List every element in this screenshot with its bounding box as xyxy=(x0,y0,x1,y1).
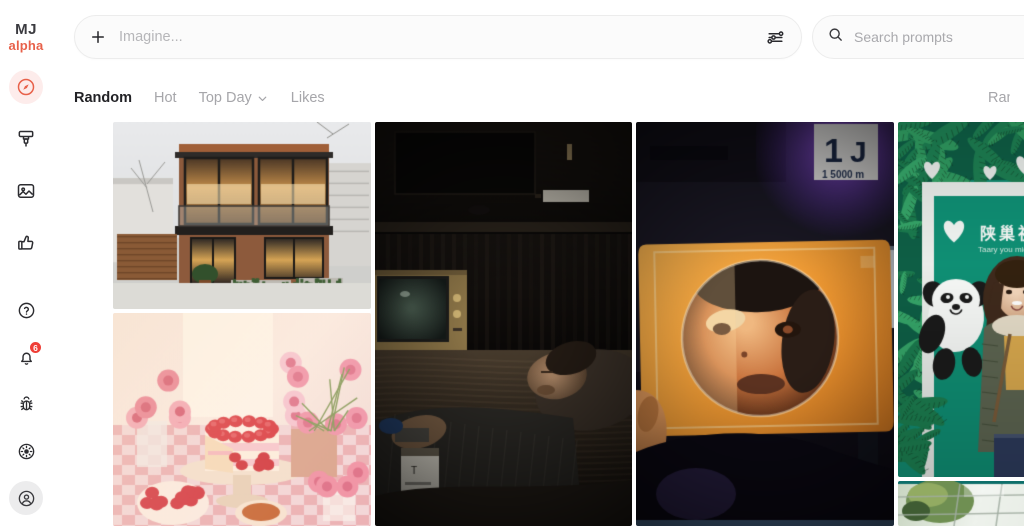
modern-house-image[interactable] xyxy=(113,122,371,309)
search-input[interactable] xyxy=(844,29,1024,45)
sidebar-item-explore[interactable] xyxy=(9,70,43,104)
main-area: Random Hot Top Day Likes Rank xyxy=(52,0,1024,529)
notification-badge: 6 xyxy=(29,341,42,354)
bug-icon xyxy=(17,395,36,414)
app-root: MJ alpha 6 Imagine... Search prompts Ran… xyxy=(0,0,1024,529)
sidebar: MJ alpha 6 xyxy=(0,0,52,529)
sun-icon xyxy=(17,442,36,461)
plus-icon[interactable] xyxy=(89,28,107,46)
gallery-column-1 xyxy=(113,122,371,529)
search-prompts-bar[interactable] xyxy=(812,15,1024,59)
question-circle-icon xyxy=(17,301,36,320)
brand-alpha-text: alpha xyxy=(8,38,44,53)
panda-mural-portrait-image[interactable] xyxy=(898,122,1024,477)
chevron-down-icon xyxy=(256,92,269,105)
gallery-column-2 xyxy=(375,122,632,529)
tab-likes[interactable]: Likes xyxy=(291,90,325,106)
sidebar-nav-top xyxy=(9,70,43,260)
paintbrush-icon xyxy=(16,129,36,149)
thumbs-up-icon xyxy=(16,233,36,253)
sidebar-item-likes[interactable] xyxy=(9,226,43,260)
sliders-icon[interactable] xyxy=(757,19,793,55)
sidebar-item-create[interactable] xyxy=(9,122,43,156)
tab-rank[interactable]: Rank xyxy=(988,90,1010,106)
brand-mj-text: MJ xyxy=(15,21,37,38)
sidebar-item-theme[interactable] xyxy=(9,434,43,468)
image-gallery xyxy=(52,122,1024,529)
sidebar-item-notifications[interactable]: 6 xyxy=(9,340,43,374)
imagine-bar[interactable] xyxy=(74,15,802,59)
tab-random-label: Random xyxy=(74,90,132,106)
tab-hot-label: Hot xyxy=(154,90,177,106)
sidebar-item-help[interactable] xyxy=(9,293,43,327)
glass-roof-image[interactable] xyxy=(898,481,1024,526)
user-circle-icon xyxy=(17,489,36,508)
brand-logo[interactable]: MJ alpha xyxy=(9,22,44,52)
strawberry-cake-image[interactable] xyxy=(113,313,371,526)
tab-top-day-label: Top Day xyxy=(198,90,252,106)
top-bar xyxy=(52,0,1024,74)
compass-icon xyxy=(16,77,36,97)
tab-likes-label: Likes xyxy=(290,90,325,106)
sidebar-item-report-bug[interactable] xyxy=(9,387,43,421)
image-icon xyxy=(16,181,36,201)
tab-random[interactable]: Random xyxy=(74,90,132,106)
sidebar-nav-bottom: 6 xyxy=(9,293,43,515)
orange-acrylic-portrait-image[interactable] xyxy=(636,122,894,526)
filter-tabs: Random Hot Top Day Likes Rank xyxy=(52,74,1024,122)
imagine-input[interactable] xyxy=(107,29,757,45)
tab-hot[interactable]: Hot xyxy=(154,90,177,106)
search-icon xyxy=(827,26,844,48)
gallery-column-4 xyxy=(898,122,1024,529)
gallery-column-3 xyxy=(636,122,894,529)
sidebar-item-account[interactable] xyxy=(9,481,43,515)
tab-top-day[interactable]: Top Day xyxy=(199,90,269,106)
man-sleeping-van-image[interactable] xyxy=(375,122,632,526)
sidebar-item-gallery[interactable] xyxy=(9,174,43,208)
